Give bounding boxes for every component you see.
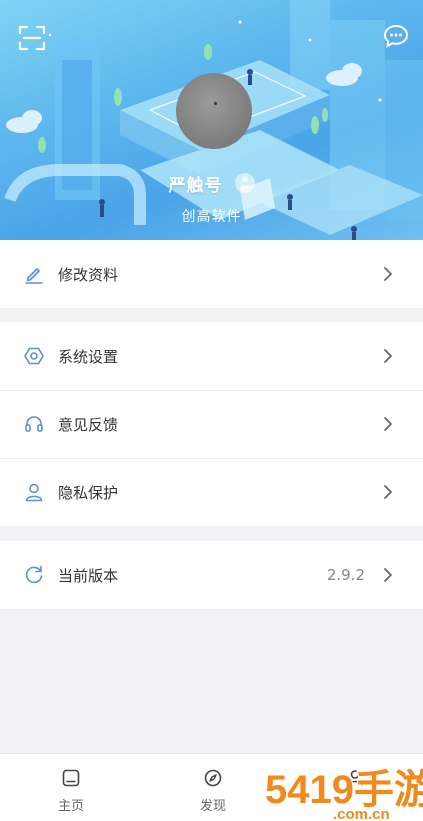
menu-group-profile: 修改资料 [0,240,423,308]
chevron-right-icon [384,568,392,582]
menu-item-system-settings[interactable]: 系统设置 [0,322,423,390]
site-watermark: 5419手游网 .com.cn [264,767,423,821]
menu-group-settings: 系统设置 意见反馈 隐私保护 [0,322,423,526]
version-number: 2.9.2 [326,566,365,584]
menu-item-version[interactable]: 当前版本 2.9.2 [0,541,423,609]
menu-item-feedback[interactable]: 意见反馈 [0,390,423,458]
menu-item-edit-profile[interactable]: 修改资料 [0,240,423,308]
user-icon [25,483,43,502]
settings-hexagon-icon [24,347,44,365]
chat-bubble-icon [383,24,409,48]
person-badge-icon [240,177,249,189]
chevron-right-icon [384,267,392,281]
menu-label-edit-profile: 修改资料 [58,265,119,284]
username: 严触号 [168,175,223,196]
user-name-row: 严触号 [0,170,423,196]
pencil-icon [25,268,43,284]
chevron-right-icon [384,417,392,431]
menu-group-version: 当前版本 2.9.2 [0,541,423,609]
tab-label-discover: 发现 [199,799,226,814]
avatar[interactable] [176,73,252,149]
svg-text:.com.cn: .com.cn [333,806,390,821]
chevron-right-icon [384,485,392,499]
refresh-icon [25,565,43,584]
tab-discover[interactable]: 发现 [163,754,263,821]
scan-icon [18,25,46,51]
tab-label-home: 主页 [57,799,84,814]
profile-header: 严触号 创高软件 [0,0,423,240]
bottom-tab-bar: 主页 发现 5419手游网 .com.cn [0,753,423,821]
compass-icon [204,769,222,787]
company-name: 创高软件 [181,209,242,225]
menu-label-version: 当前版本 [58,566,119,585]
chevron-right-icon [384,349,392,363]
menu-label-system-settings: 系统设置 [58,347,119,366]
menu-label-privacy: 隐私保护 [58,483,119,502]
home-icon [62,769,80,787]
scan-button[interactable] [18,24,46,52]
headphones-icon [25,416,43,432]
avatar-detail [214,102,217,105]
user-badge[interactable] [234,173,255,193]
menu-item-privacy[interactable]: 隐私保护 [0,458,423,526]
tab-home[interactable]: 主页 [21,754,121,821]
message-button[interactable] [383,24,409,48]
menu-label-feedback: 意见反馈 [58,415,119,434]
